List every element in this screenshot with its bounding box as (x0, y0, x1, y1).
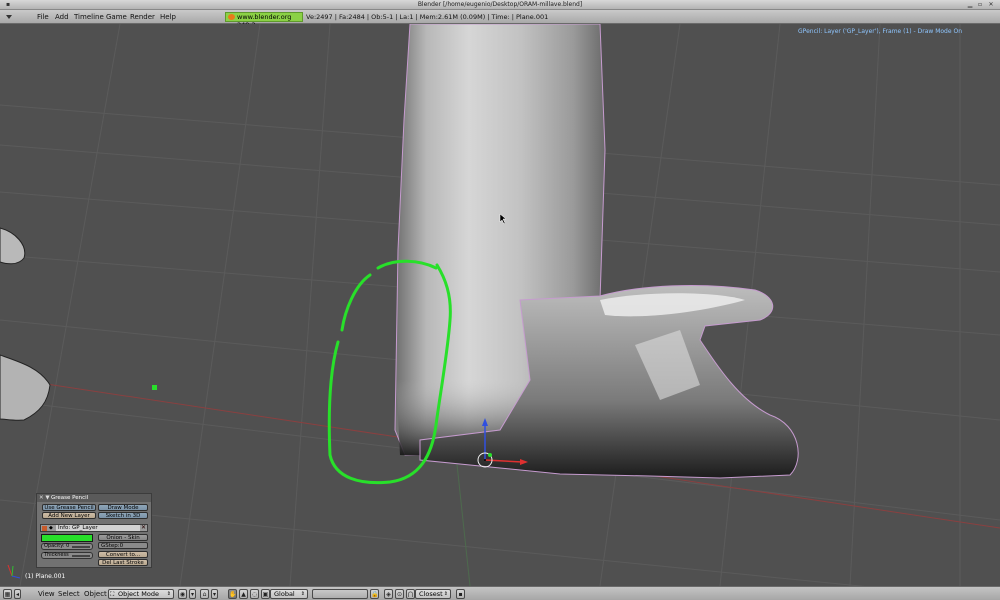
rotate-manipulator-icon[interactable]: ◌ (250, 589, 259, 599)
grease-pencil-panel: ✕ ▼ Grease Pencil Use Grease Pencil Draw… (36, 493, 152, 568)
snap-magnet-icon[interactable]: ⋂ (406, 589, 415, 599)
draw-type-icon[interactable]: ◉ (178, 589, 187, 599)
layer-name-field[interactable]: Info: GP_Layer (56, 525, 140, 531)
del-last-stroke-button[interactable]: Del Last Stroke (98, 559, 148, 566)
close-icon[interactable]: ✕ (987, 1, 995, 9)
opacity-label: Opacity: 0 (44, 543, 70, 549)
render-preview-icon[interactable]: ▪ (456, 589, 465, 599)
menu-add[interactable]: Add (55, 13, 69, 21)
panel-header[interactable]: ✕ ▼ Grease Pencil (37, 494, 151, 502)
proportional-edit-icon[interactable]: ⊙ (395, 589, 404, 599)
menu-select[interactable]: Select (58, 590, 80, 598)
draw-mode-toggle[interactable]: Draw Mode (98, 504, 148, 511)
scale-manipulator-icon[interactable]: ▣ (261, 589, 270, 599)
convert-to-button[interactable]: Convert to... (98, 551, 148, 558)
info-header: File Add Timeline Game Render Help www.b… (0, 10, 1000, 29)
mode-dropdown[interactable]: ⛶ Object Mode ⇕ (108, 589, 174, 599)
use-grease-pencil-toggle[interactable]: Use Grease Pencil (42, 504, 96, 511)
pivot-icon[interactable]: ⌂ (200, 589, 209, 599)
translate-manipulator-icon[interactable]: ▲ (239, 589, 248, 599)
header-collapse-icon[interactable] (6, 15, 12, 19)
grease-pencil-dot (152, 385, 157, 390)
side-object-lower (0, 354, 51, 421)
menu-file[interactable]: File (37, 13, 49, 21)
menu-render[interactable]: Render (130, 13, 155, 21)
gstep-field[interactable]: GStep:0 (98, 542, 148, 549)
maximize-icon[interactable]: ▫ (976, 1, 984, 9)
window-titlebar: ▪ Blender [/home/eugenio/Desktop/ORAM-mi… (0, 0, 1000, 10)
view-axis-widget (7, 564, 21, 579)
menu-timeline[interactable]: Timeline (74, 13, 104, 21)
blender-logo-icon (228, 14, 235, 20)
menu-view[interactable]: View (38, 590, 55, 598)
pivot-arrow-icon[interactable]: ▾ (211, 589, 218, 599)
side-object-upper (0, 227, 26, 265)
opacity-slider[interactable]: Opacity: 0 (41, 543, 93, 550)
add-new-layer-button[interactable]: Add New Layer (42, 512, 96, 519)
sketch-in-3d-toggle[interactable]: Sketch in 3D (98, 512, 148, 519)
panel-close-icon[interactable]: ✕ ▼ (39, 494, 50, 502)
editor-type-icon[interactable]: ▦ (3, 589, 12, 599)
gp-layer-row[interactable]: ◆ Info: GP_Layer ✕ (40, 524, 148, 532)
layer-delete-icon[interactable]: ✕ (141, 525, 146, 531)
layer-buttons[interactable] (312, 589, 368, 599)
snap-target-dropdown[interactable]: Closest ⇕ (415, 589, 451, 599)
menu-object[interactable]: Object (84, 590, 107, 598)
mode-label: Object Mode (118, 590, 159, 598)
menu-help[interactable]: Help (160, 13, 176, 21)
thickness-label: Thickness (44, 552, 69, 558)
version-badge[interactable]: www.blender.org 249.2 (225, 12, 303, 29)
view3d-header: ▦ ◂ View Select Object ⛶ Object Mode ⇕ ◉… (0, 586, 1000, 600)
scene-stats: Ve:2497 | Fa:2484 | Ob:5-1 | La:1 | Mem:… (306, 13, 549, 21)
grease-pencil-status: GPencil: Layer ('GP_Layer'), Frame (1) -… (798, 28, 962, 35)
manipulator-toggle-icon[interactable]: ✋ (228, 589, 237, 599)
dropdown-arrow-icon: ⇕ (166, 591, 171, 597)
onion-skin-toggle[interactable]: Onion - Skin (98, 534, 148, 541)
snap-label: Closest (419, 590, 443, 598)
layer-visibility-icon[interactable]: ◆ (49, 525, 53, 531)
menu-game[interactable]: Game (106, 13, 127, 21)
minimize-icon[interactable]: ▁ (966, 1, 974, 9)
layer-lock-icon[interactable] (42, 526, 47, 531)
panel-title: Grease Pencil (51, 495, 89, 501)
lock-layers-icon[interactable]: 🔒 (370, 589, 379, 599)
orientation-dropdown[interactable]: Global ⇕ (270, 589, 308, 599)
thickness-slider[interactable]: Thickness (41, 552, 93, 559)
draw-type-arrow-icon[interactable]: ▾ (189, 589, 196, 599)
stroke-color-swatch[interactable] (41, 534, 93, 542)
orientation-label: Global (274, 590, 295, 598)
active-object-label: (1) Plane.001 (25, 573, 66, 580)
window-title: Blender [/home/eugenio/Desktop/ORAM-mill… (417, 1, 583, 8)
object-mode-icon: ⛶ (110, 591, 115, 598)
header-collapse-icon-bottom[interactable]: ◂ (14, 589, 21, 599)
snap-toggle-icon[interactable]: ◈ (384, 589, 393, 599)
